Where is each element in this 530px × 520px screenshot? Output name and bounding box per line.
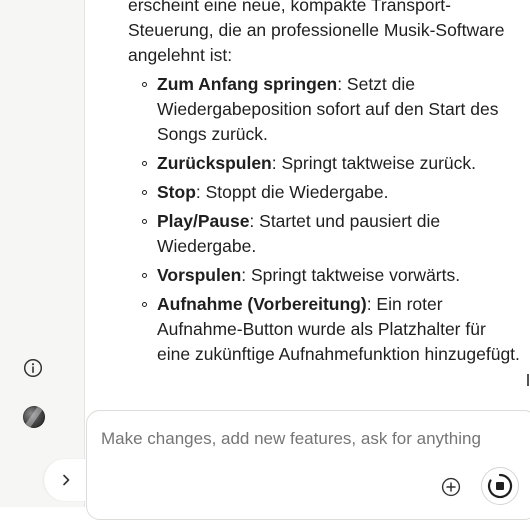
- bullet-icon: [142, 219, 147, 224]
- list-item-term: Aufnahme (Vorbereitung): [157, 294, 367, 314]
- add-attachment-button[interactable]: [439, 475, 463, 499]
- info-icon[interactable]: [23, 358, 43, 378]
- list-item: Aufnahme (Vorbereitung): Ein roter Aufna…: [142, 292, 523, 367]
- list-item-term: Stop: [157, 182, 196, 202]
- list-item-desc: : Stoppt die Wiedergabe.: [195, 182, 389, 202]
- bullet-icon: [142, 273, 147, 278]
- avatar[interactable]: [23, 406, 45, 428]
- list-item-term: Zum Anfang springen: [157, 74, 338, 94]
- stop-icon: [487, 473, 513, 499]
- list-item: Play/Pause: Startet und pausiert die Wie…: [142, 209, 523, 259]
- expand-sidebar-button[interactable]: [44, 459, 88, 501]
- scrollbar[interactable]: [527, 374, 529, 386]
- bullet-icon: [142, 302, 147, 307]
- feature-list: Zum Anfang springen: Setzt die Wiedergab…: [128, 72, 523, 367]
- message-intro: erscheint eine neue, kompakte Transport-…: [128, 0, 505, 65]
- list-item-term: Play/Pause: [157, 211, 250, 231]
- chat-message-area: erscheint eine neue, kompakte Transport-…: [85, 0, 530, 410]
- plus-circle-icon: [441, 477, 461, 497]
- prompt-input[interactable]: [101, 429, 530, 449]
- list-item-term: Vorspulen: [157, 265, 242, 285]
- list-item: Vorspulen: Springt taktweise vorwärts.: [142, 263, 523, 288]
- list-item: Stop: Stoppt die Wiedergabe.: [142, 180, 523, 205]
- list-item: Zum Anfang springen: Setzt die Wiedergab…: [142, 72, 523, 147]
- bullet-icon: [142, 190, 147, 195]
- stop-generation-button[interactable]: [481, 467, 519, 505]
- sidebar: [0, 0, 88, 507]
- composer: [86, 410, 530, 520]
- list-item-term: Zurückspulen: [157, 153, 272, 173]
- bullet-icon: [142, 161, 147, 166]
- chevron-right-icon: [63, 474, 70, 486]
- bullet-icon: [142, 82, 147, 87]
- assistant-message: erscheint eine neue, kompakte Transport-…: [128, 0, 523, 371]
- list-item-desc: : Springt taktweise zurück.: [271, 153, 476, 173]
- list-item-desc: : Springt taktweise vorwärts.: [241, 265, 461, 285]
- list-item: Zurückspulen: Springt taktweise zurück.: [142, 151, 523, 176]
